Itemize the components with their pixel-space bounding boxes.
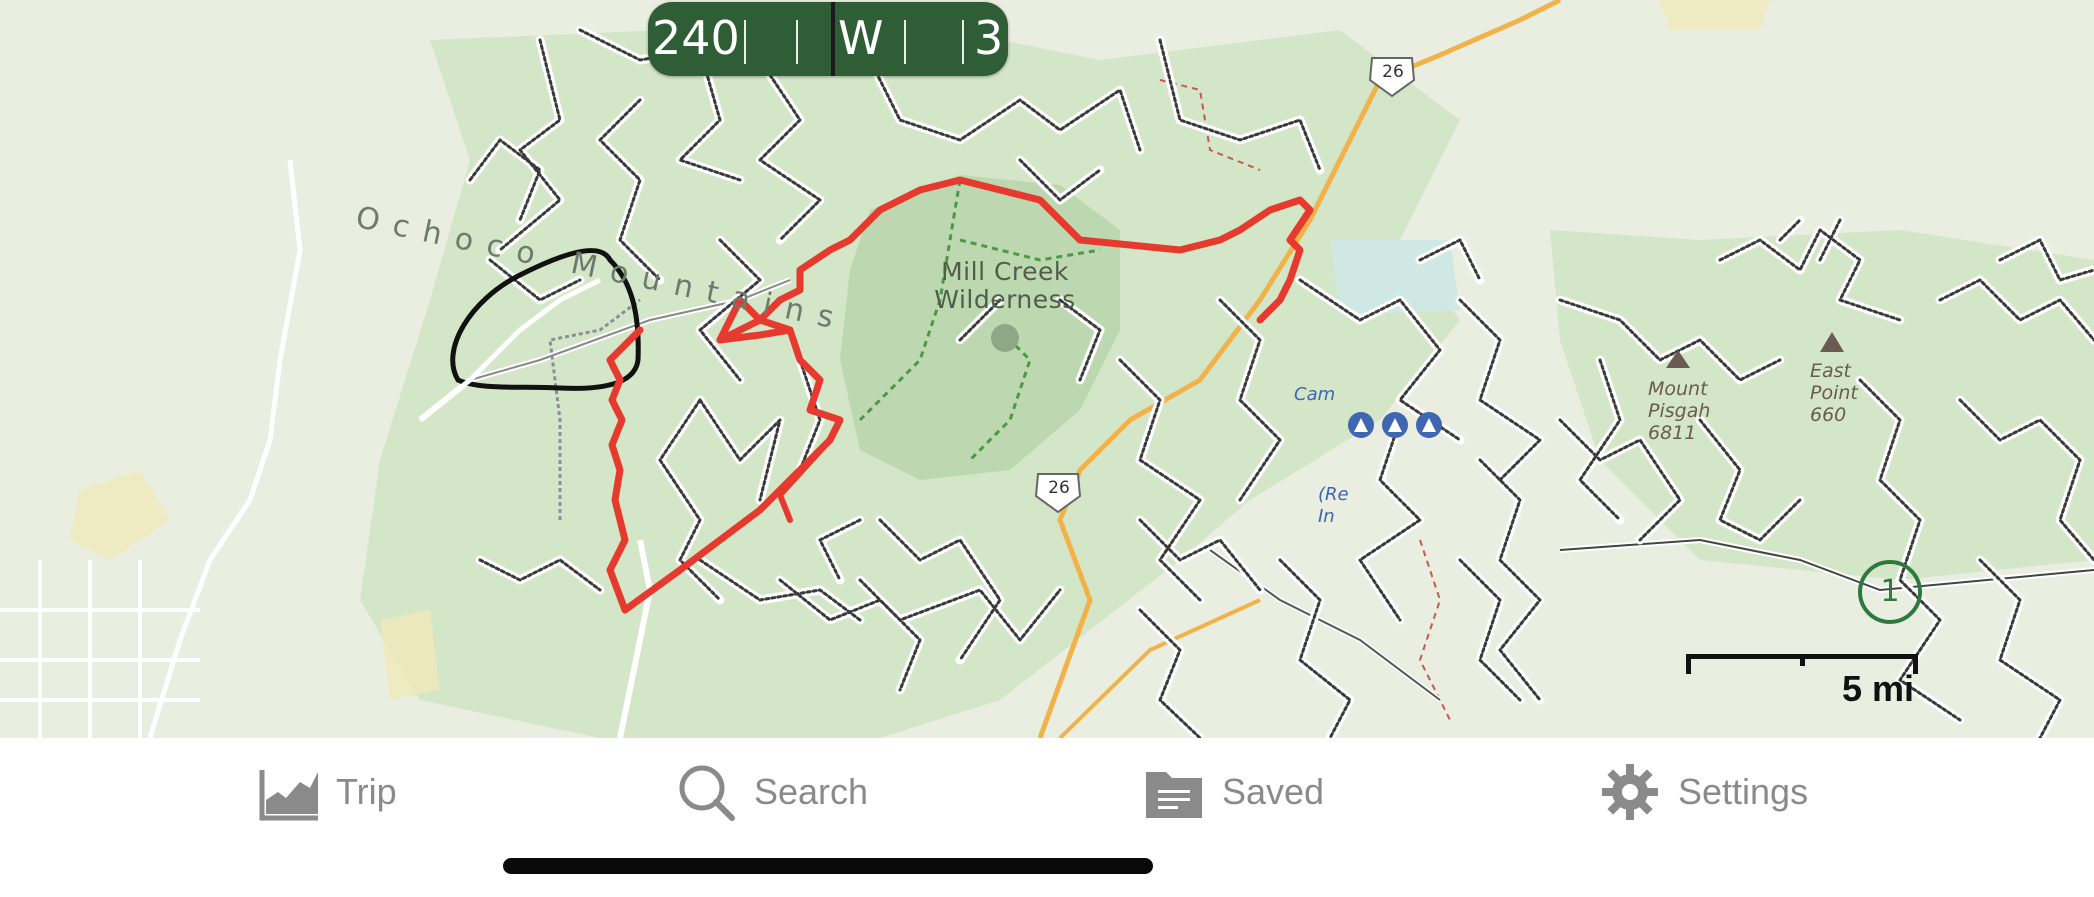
peak2-elevation: 660 — [1810, 404, 1847, 426]
compass-tick — [962, 20, 964, 64]
tab-trip-label: Trip — [336, 771, 397, 812]
peak-label-east-point: East Point 660 — [1810, 360, 1880, 426]
compass-center-line — [831, 2, 835, 76]
peak1-name2: Pisgah — [1648, 400, 1711, 422]
compass-tick — [796, 20, 798, 64]
road — [0, 560, 200, 738]
reservation-line1: (Re — [1318, 484, 1349, 505]
campground-label: Cam — [1294, 384, 1336, 405]
tab-trip[interactable]: Trip — [258, 762, 397, 822]
search-icon — [679, 765, 735, 821]
scale-bar-tick — [1800, 654, 1805, 666]
scale-bar-label: 5 mi — [1841, 668, 1914, 709]
compass-heading-strip[interactable]: 240 W 3 — [648, 2, 1008, 76]
reservation-line2: In — [1318, 506, 1335, 527]
compass-tick — [904, 20, 906, 64]
scale-bar: 5 mi — [1682, 650, 1922, 720]
private-land — [1660, 0, 1770, 30]
compass-right-value: 3 — [974, 11, 1004, 65]
highway-shield-label: 26 — [1382, 62, 1404, 82]
hiker-icon — [991, 324, 1019, 352]
peak2-name: East — [1810, 360, 1851, 382]
folder-icon — [1146, 772, 1202, 818]
home-indicator[interactable] — [503, 858, 1153, 874]
tab-search[interactable]: Search — [676, 762, 868, 822]
wilderness-label: Mill Creek Wilderness — [920, 258, 1090, 314]
tab-settings-label: Settings — [1678, 771, 1809, 812]
peak1-elevation: 6811 — [1648, 422, 1697, 444]
wilderness-label-line1: Mill Creek — [941, 257, 1069, 286]
compass-left-value: 240 — [652, 11, 740, 65]
map-canvas[interactable] — [0, 0, 2094, 738]
private-land — [380, 610, 440, 700]
tab-settings[interactable]: Settings — [1600, 762, 1808, 822]
compass-direction: W — [838, 11, 884, 65]
tab-saved-label: Saved — [1222, 771, 1325, 812]
highway-shield-label: 26 — [1048, 478, 1070, 498]
road — [147, 159, 303, 738]
tab-saved[interactable]: Saved — [1144, 762, 1324, 822]
gear-icon — [1602, 764, 1658, 820]
trip-chart-icon — [259, 770, 318, 821]
scale-bar-tick — [1686, 654, 1691, 674]
map-view[interactable]: Ochoco Mountains Mill Creek Wilderness 2… — [0, 0, 2094, 738]
peak2-name2: Point — [1810, 382, 1858, 404]
compass-tick — [744, 20, 746, 64]
campground-icon — [1348, 412, 1442, 438]
private-land — [70, 470, 170, 560]
peak1-name: Mount — [1648, 378, 1708, 400]
trail-dashed — [1418, 539, 1451, 721]
peak-label-mount-pisgah: Mount Pisgah 6811 — [1648, 378, 1728, 444]
tab-search-label: Search — [754, 771, 869, 812]
route-marker-number: 1 — [1880, 574, 1900, 609]
wilderness-label-line2: Wilderness — [934, 285, 1076, 314]
reservation-label: (Re In — [1318, 484, 1349, 528]
